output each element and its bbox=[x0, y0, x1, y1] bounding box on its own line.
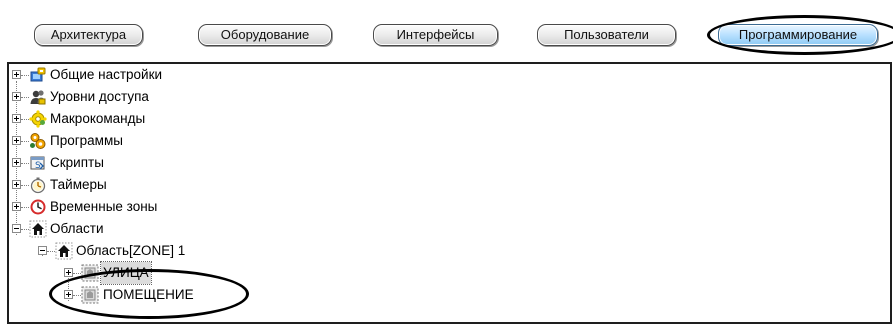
access-levels-icon bbox=[30, 90, 46, 105]
tab-architecture[interactable]: Архитектура bbox=[34, 24, 143, 46]
expand-icon[interactable] bbox=[12, 202, 21, 211]
house-icon bbox=[55, 242, 73, 260]
tab-users[interactable]: Пользователи bbox=[537, 24, 676, 46]
timer-icon bbox=[30, 177, 46, 194]
object-tree: Общие настройки Уровни доступа Макрокома… bbox=[7, 62, 892, 324]
expand-icon[interactable] bbox=[12, 158, 21, 167]
tab-programming[interactable]: Программирование bbox=[718, 24, 878, 46]
tree-item-label: Скрипты bbox=[50, 155, 104, 170]
tree-item-label: Временные зоны bbox=[50, 199, 158, 214]
tree-item-label: УЛИЦА bbox=[100, 261, 152, 285]
expand-icon[interactable] bbox=[12, 70, 21, 79]
clock-icon bbox=[30, 199, 46, 215]
macro-icon bbox=[29, 110, 47, 128]
tree-item-label: Программы bbox=[50, 133, 123, 148]
expand-icon[interactable] bbox=[12, 180, 21, 189]
programs-icon bbox=[30, 133, 46, 149]
scripts-icon: S bbox=[30, 156, 45, 171]
tab-equipment[interactable]: Оборудование bbox=[198, 24, 332, 46]
tree-item-label: ПОМЕЩЕНИЕ bbox=[103, 287, 194, 302]
expand-icon[interactable] bbox=[64, 290, 73, 299]
expand-icon[interactable] bbox=[64, 268, 73, 277]
tree-item-label: Область[ZONE] 1 bbox=[76, 243, 186, 258]
tree-item-label: Общие настройки bbox=[50, 67, 163, 82]
collapse-icon[interactable] bbox=[38, 246, 47, 255]
zone-icon bbox=[81, 286, 99, 304]
house-icon bbox=[29, 220, 47, 238]
zone-icon bbox=[81, 264, 99, 282]
expand-icon[interactable] bbox=[12, 136, 21, 145]
tab-interfaces[interactable]: Интерфейсы bbox=[373, 24, 498, 46]
expand-icon[interactable] bbox=[12, 114, 21, 123]
tree-item-label: Области bbox=[50, 221, 104, 236]
tree-item-label: Таймеры bbox=[50, 177, 107, 192]
tree-item-label: Уровни доступа bbox=[50, 89, 149, 104]
tree-item-label: Макрокоманды bbox=[50, 111, 146, 126]
collapse-icon[interactable] bbox=[12, 224, 21, 233]
expand-icon[interactable] bbox=[12, 92, 21, 101]
svg-text:S: S bbox=[35, 161, 41, 171]
tab-bar: Архитектура Оборудование Интерфейсы Поль… bbox=[0, 0, 893, 56]
settings-icon bbox=[30, 67, 46, 82]
